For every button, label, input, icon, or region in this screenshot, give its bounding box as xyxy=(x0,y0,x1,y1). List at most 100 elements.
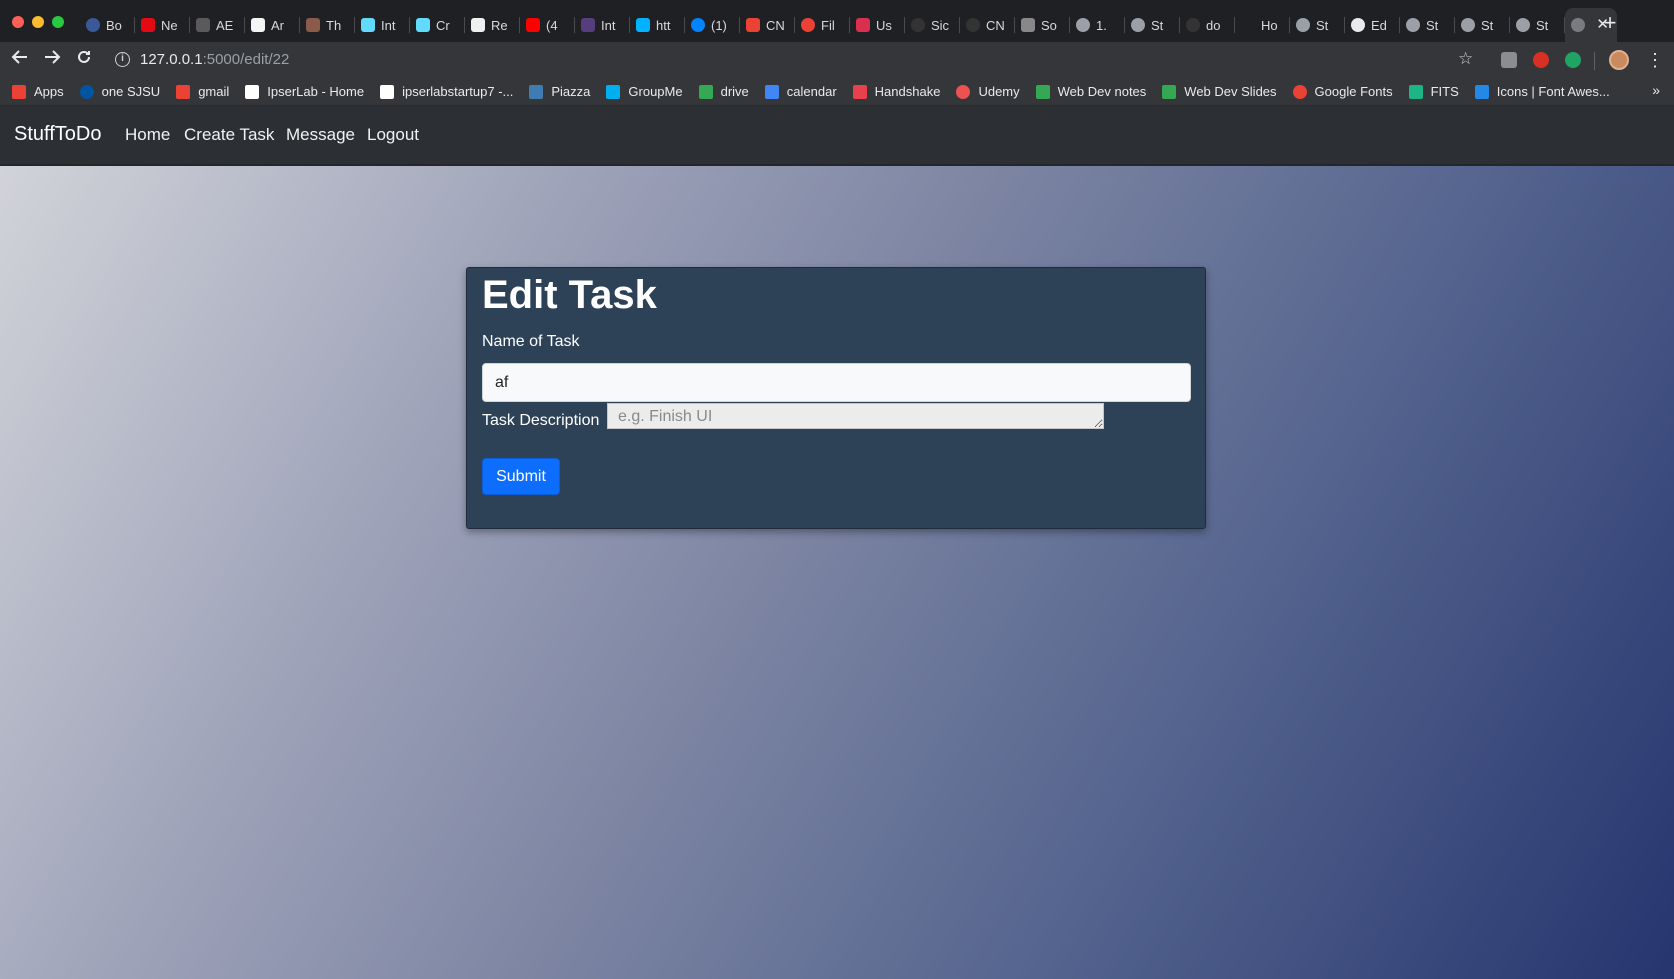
browser-tab[interactable]: CN xyxy=(960,8,1015,42)
close-window-button[interactable] xyxy=(12,16,24,28)
bookmark-item[interactable]: Udemy xyxy=(956,84,1020,99)
bookmark-item[interactable]: gmail xyxy=(176,84,229,99)
browser-tab[interactable]: Bo xyxy=(80,8,135,42)
browser-tab[interactable]: Int xyxy=(575,8,630,42)
tab-title: Fil xyxy=(821,17,835,33)
bookmark-label: one SJSU xyxy=(101,84,161,99)
bookmark-item[interactable]: Icons | Font Awes... xyxy=(1474,84,1610,99)
back-button[interactable] xyxy=(8,48,32,72)
browser-tab[interactable]: Int xyxy=(355,8,410,42)
browser-tab[interactable]: Th xyxy=(300,8,355,42)
tab-title: Ne xyxy=(161,17,178,33)
bookmark-item[interactable]: one SJSU xyxy=(79,84,161,99)
browser-tab[interactable]: (4 xyxy=(520,8,575,42)
bookmark-item[interactable]: Google Fonts xyxy=(1292,84,1393,99)
browser-tab[interactable]: htt xyxy=(630,8,685,42)
profile-avatar[interactable] xyxy=(1609,50,1629,70)
globe-icon xyxy=(86,18,100,32)
toolbar-divider xyxy=(1594,52,1595,70)
bookmark-label: Apps xyxy=(34,84,64,99)
globe-icon xyxy=(1351,18,1365,32)
bookmark-item[interactable]: calendar xyxy=(764,84,837,99)
browser-tab[interactable]: St xyxy=(1455,8,1510,42)
browser-tab[interactable]: do xyxy=(1180,8,1235,42)
nav-home-link[interactable]: Home xyxy=(125,125,170,145)
address-bar[interactable]: 127.0.0.1:5000/edit/22 xyxy=(140,51,289,68)
nav-message-link[interactable]: Message xyxy=(286,125,355,145)
nav-logout-link[interactable]: Logout xyxy=(367,125,419,145)
bookmark-item[interactable]: IpserLab - Home xyxy=(245,84,364,99)
bookmark-label: Web Dev Slides xyxy=(1184,84,1277,99)
browser-tab[interactable]: CN xyxy=(740,8,795,42)
browser-tab[interactable]: Cr xyxy=(410,8,465,42)
bookmark-item[interactable]: Web Dev Slides xyxy=(1162,84,1277,99)
netflix-icon xyxy=(141,18,155,32)
drive-icon xyxy=(698,84,713,99)
nav-create-task-link[interactable]: Create Task xyxy=(184,125,274,145)
github-icon xyxy=(1186,18,1200,32)
browser-tab[interactable]: 1. xyxy=(1070,8,1125,42)
globe-icon xyxy=(1296,18,1310,32)
bookmark-item[interactable]: drive xyxy=(698,84,749,99)
browser-tab[interactable]: St xyxy=(1510,8,1565,42)
minimize-window-button[interactable] xyxy=(32,16,44,28)
bookmark-item[interactable]: Handshake xyxy=(852,84,940,99)
tab-list: Bo Ne AE Ar Th Int Cr Re (4 Int htt (1) CN Fil Us Sic CN… xyxy=(80,8,1617,42)
browser-tab[interactable]: AE xyxy=(190,8,245,42)
reload-button[interactable] xyxy=(72,48,96,72)
page-icon xyxy=(245,84,260,99)
browser-tab[interactable]: Ho xyxy=(1235,8,1290,42)
adblock-icon[interactable] xyxy=(1533,52,1549,68)
more-menu-icon[interactable]: ⋮ xyxy=(1646,48,1664,72)
browser-tab[interactable]: Re xyxy=(465,8,520,42)
bookmark-star-icon[interactable]: ☆ xyxy=(1458,49,1473,69)
browser-tab[interactable]: Fil xyxy=(795,8,850,42)
bookmark-item[interactable]: FITS xyxy=(1408,84,1459,99)
bookmark-item[interactable]: Apps xyxy=(12,84,64,99)
browser-tab[interactable]: Us xyxy=(850,8,905,42)
browser-tab[interactable]: St xyxy=(1290,8,1345,42)
app-navbar: StuffToDo Home Create Task Message Logou… xyxy=(0,106,1674,166)
font-awesome-icon xyxy=(1474,84,1489,99)
ae-icon xyxy=(196,18,210,32)
spinner-icon xyxy=(801,18,815,32)
bookmark-label: Google Fonts xyxy=(1314,84,1393,99)
new-tab-button[interactable]: + xyxy=(1597,10,1623,36)
maximize-window-button[interactable] xyxy=(52,16,64,28)
browser-tab[interactable]: Sic xyxy=(905,8,960,42)
task-name-input[interactable] xyxy=(482,363,1191,402)
submit-button[interactable]: Submit xyxy=(482,458,560,495)
github-icon xyxy=(966,18,980,32)
bookmark-item[interactable]: Piazza xyxy=(529,84,590,99)
extension-puzzle-icon[interactable] xyxy=(1501,52,1517,68)
tab-title: St xyxy=(1426,17,1439,33)
browser-tab[interactable]: St xyxy=(1125,8,1180,42)
blank-icon xyxy=(1241,18,1255,32)
browser-tab[interactable]: (1) xyxy=(685,8,740,42)
edit-task-card: Edit Task Name of Task Task Description … xyxy=(466,267,1206,529)
browser-tab[interactable]: Ar xyxy=(245,8,300,42)
browser-tab[interactable]: So xyxy=(1015,8,1070,42)
extension-leaf-icon[interactable] xyxy=(1565,52,1581,68)
brand-logo[interactable]: StuffToDo xyxy=(14,123,101,146)
bookmarks-overflow-button[interactable]: » xyxy=(1652,82,1660,98)
page-title: Edit Task xyxy=(482,273,657,317)
browser-tab[interactable]: St xyxy=(1400,8,1455,42)
browser-tab[interactable]: Ne xyxy=(135,8,190,42)
browser-tab[interactable]: Ed xyxy=(1345,8,1400,42)
globe-icon xyxy=(1516,18,1530,32)
bookmark-item[interactable]: Web Dev notes xyxy=(1035,84,1146,99)
tab-title: CN xyxy=(766,17,785,33)
codepen-icon xyxy=(471,18,485,32)
sjsu-icon xyxy=(79,84,94,99)
bookmark-item[interactable]: GroupMe xyxy=(606,84,683,99)
forward-button[interactable] xyxy=(40,48,64,72)
udemy-icon xyxy=(956,84,971,99)
browser-tab-strip: Bo Ne AE Ar Th Int Cr Re (4 Int htt (1) CN Fil Us Sic CN… xyxy=(0,0,1674,42)
info-icon[interactable]: i xyxy=(115,52,130,67)
arrow-left-icon xyxy=(11,50,27,64)
bookmark-label: gmail xyxy=(198,84,230,99)
task-description-input[interactable] xyxy=(607,403,1104,429)
tab-title: Int xyxy=(381,17,396,33)
bookmark-item[interactable]: ipserlabstartup7 -... xyxy=(380,84,513,99)
